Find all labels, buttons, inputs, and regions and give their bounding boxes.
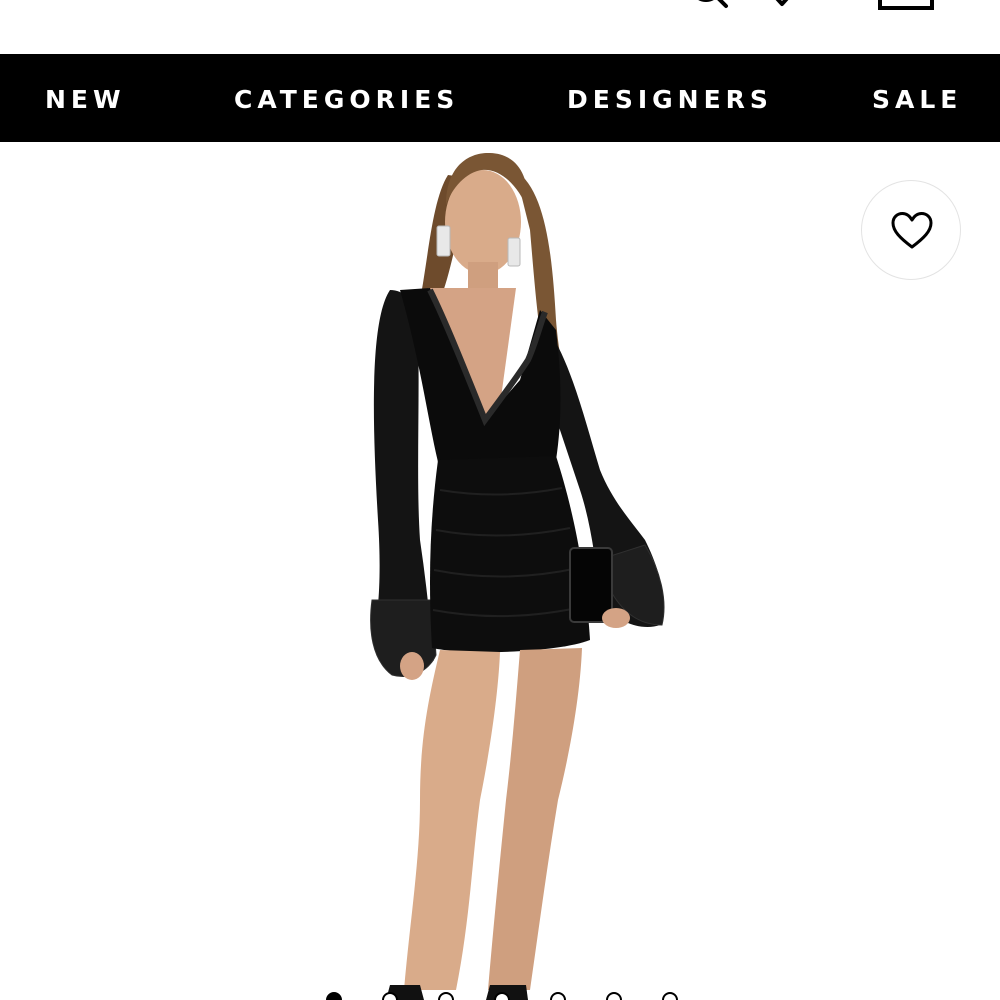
search-icon[interactable] — [690, 0, 738, 17]
top-bar — [0, 0, 1000, 54]
product-page: NEW CATEGORIES DESIGNERS SALE — [0, 0, 1000, 1000]
nav-item-sale[interactable]: SALE — [872, 54, 962, 142]
bag-icon[interactable] — [874, 0, 938, 17]
heart-icon[interactable] — [758, 0, 806, 17]
nav-item-designers[interactable]: DESIGNERS — [567, 54, 773, 142]
carousel-dot[interactable] — [326, 992, 342, 1000]
carousel-dot[interactable] — [382, 992, 398, 1000]
carousel-dot[interactable] — [494, 992, 510, 1000]
nav-item-categories[interactable]: CATEGORIES — [234, 54, 459, 142]
product-gallery — [0, 142, 1000, 1000]
carousel-dot[interactable] — [662, 992, 678, 1000]
nav-item-new[interactable]: NEW — [45, 54, 126, 142]
carousel-dot[interactable] — [550, 992, 566, 1000]
carousel-indicators — [320, 992, 700, 1000]
main-nav: NEW CATEGORIES DESIGNERS SALE — [0, 54, 1000, 142]
carousel-dot[interactable] — [606, 992, 622, 1000]
wishlist-button[interactable] — [861, 180, 961, 280]
product-photo[interactable] — [0, 142, 1000, 1000]
heart-outline-icon — [891, 212, 933, 249]
carousel-dot[interactable] — [438, 992, 454, 1000]
